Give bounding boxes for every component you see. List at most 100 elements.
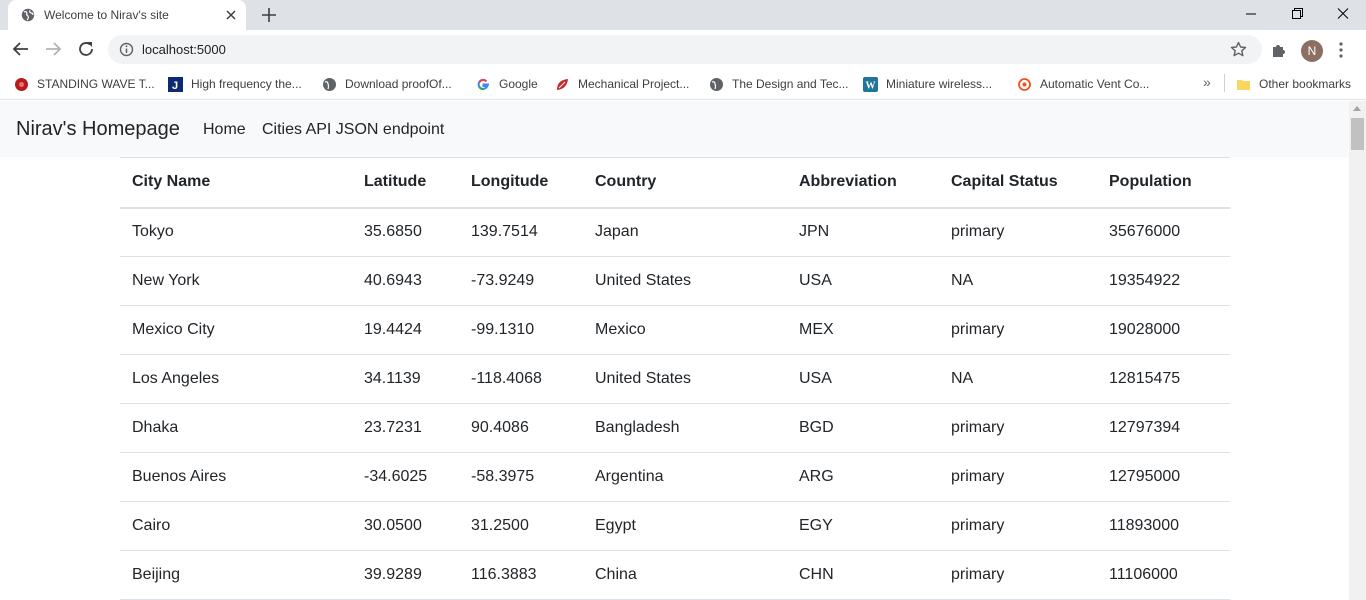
cell-city-name: Beijing: [120, 550, 352, 600]
browser-tab[interactable]: Welcome to Nirav's site: [8, 0, 246, 30]
bookmarks-bar: STANDING WAVE T... J High frequency the.…: [0, 68, 1366, 100]
cell-abbreviation: MEX: [787, 305, 939, 355]
column-header-capital-status: Capital Status: [939, 157, 1097, 209]
cell-latitude: -34.6025: [352, 452, 459, 502]
column-header-latitude: Latitude: [352, 157, 459, 209]
cell-abbreviation: USA: [787, 354, 939, 404]
folder-icon: [1237, 80, 1250, 90]
scrollbar-thumb[interactable]: [1351, 118, 1364, 150]
cell-abbreviation: EGY: [787, 501, 939, 551]
cell-country: Egypt: [583, 501, 787, 551]
extensions-puzzle-icon[interactable]: [1270, 41, 1288, 59]
cell-country: Mexico: [583, 305, 787, 355]
bookmarks-divider: [1224, 74, 1225, 92]
table-header-row: City Name Latitude Longitude Country Abb…: [120, 157, 1230, 209]
restore-button[interactable]: [1274, 0, 1320, 30]
bookmarks-overflow-chevron[interactable]: »: [1203, 74, 1211, 90]
close-window-button[interactable]: [1320, 0, 1366, 30]
svg-text:J: J: [172, 80, 178, 92]
column-header-longitude: Longitude: [459, 157, 583, 209]
svg-text:W: W: [866, 81, 876, 92]
site-navbar: Nirav's Homepage Home Cities API JSON en…: [0, 101, 1349, 157]
cell-longitude: 31.2500: [459, 501, 583, 551]
cell-population: 12795000: [1097, 452, 1230, 502]
cell-city-name: Tokyo: [120, 207, 352, 257]
page-viewport: Nirav's Homepage Home Cities API JSON en…: [0, 101, 1349, 600]
url-text[interactable]: localhost:5000: [142, 42, 226, 57]
table-row: Dhaka 23.7231 90.4086 Bangladesh BGD primary 1…: [120, 403, 1230, 453]
orange-swirl-icon: [1018, 78, 1031, 91]
cell-city-name: Los Angeles: [120, 354, 352, 404]
more-menu-icon[interactable]: [1336, 41, 1346, 59]
cell-population: 11106000: [1097, 550, 1230, 600]
forward-arrow-icon[interactable]: [44, 40, 62, 58]
nav-link-home[interactable]: Home: [203, 121, 246, 139]
cell-population: 19354922: [1097, 256, 1230, 306]
cell-abbreviation: BGD: [787, 403, 939, 453]
cell-longitude: 90.4086: [459, 403, 583, 453]
cell-longitude: -73.9249: [459, 256, 583, 306]
cell-latitude: 34.1139: [352, 354, 459, 404]
browser-toolbar: localhost:5000: [0, 30, 1366, 68]
wordpress-icon: W: [863, 77, 878, 92]
column-header-population: Population: [1097, 157, 1230, 209]
cell-longitude: 116.3883: [459, 550, 583, 600]
close-icon[interactable]: [224, 8, 238, 22]
cell-capital-status: primary: [939, 305, 1097, 355]
globe-icon: [21, 8, 35, 22]
cell-population: 35676000: [1097, 207, 1230, 257]
table-row: Los Angeles 34.1139 -118.4068 United States…: [120, 354, 1230, 404]
cell-longitude: -118.4068: [459, 354, 583, 404]
bookmark-star-icon[interactable]: [1230, 41, 1247, 58]
cell-capital-status: NA: [939, 256, 1097, 306]
table-row: Tokyo 35.6850 139.7514 Japan JPN primary 35676…: [120, 207, 1230, 257]
cell-population: 12815475: [1097, 354, 1230, 404]
reload-icon[interactable]: [77, 40, 95, 58]
red-leaf-icon: [557, 79, 568, 90]
cell-population: 11893000: [1097, 501, 1230, 551]
address-bar[interactable]: localhost:5000: [108, 35, 1262, 64]
column-header-city-name: City Name: [120, 157, 352, 209]
cell-capital-status: primary: [939, 452, 1097, 502]
navbar-brand[interactable]: Nirav's Homepage: [16, 118, 180, 141]
cell-capital-status: primary: [939, 501, 1097, 551]
globe-icon: [323, 78, 336, 91]
profile-avatar[interactable]: N: [1301, 40, 1323, 62]
minimize-button[interactable]: [1228, 0, 1274, 30]
info-icon[interactable]: [119, 42, 134, 57]
globe-icon: [710, 78, 723, 91]
table-row: New York 40.6943 -73.9249 United States USA N…: [120, 256, 1230, 306]
close-icon: [1337, 8, 1349, 19]
cell-city-name: Dhaka: [120, 403, 352, 453]
cell-country: United States: [583, 354, 787, 404]
new-tab-plus-icon[interactable]: [260, 6, 278, 24]
cell-latitude: 19.4424: [352, 305, 459, 355]
cell-longitude: -58.3975: [459, 452, 583, 502]
google-icon: [477, 78, 489, 91]
cell-capital-status: primary: [939, 207, 1097, 257]
cell-country: United States: [583, 256, 787, 306]
cell-city-name: Mexico City: [120, 305, 352, 355]
cell-population: 12797394: [1097, 403, 1230, 453]
column-header-country: Country: [583, 157, 787, 209]
cell-city-name: Buenos Aires: [120, 452, 352, 502]
cell-country: Bangladesh: [583, 403, 787, 453]
table-row: Cairo 30.0500 31.2500 Egypt EGY primary 118930…: [120, 501, 1230, 551]
cell-abbreviation: JPN: [787, 207, 939, 257]
cell-country: Japan: [583, 207, 787, 257]
cell-latitude: 23.7231: [352, 403, 459, 453]
back-arrow-icon[interactable]: [12, 40, 30, 58]
nav-link-cities-api[interactable]: Cities API JSON endpoint: [262, 121, 444, 139]
page-scrollbar[interactable]: [1349, 101, 1366, 600]
cell-latitude: 40.6943: [352, 256, 459, 306]
cell-capital-status: primary: [939, 550, 1097, 600]
cell-longitude: 139.7514: [459, 207, 583, 257]
restore-icon: [1292, 8, 1303, 19]
cell-city-name: Cairo: [120, 501, 352, 551]
scroll-up-arrow-icon[interactable]: [1353, 106, 1361, 111]
tab-title: Welcome to Nirav's site: [44, 8, 169, 22]
table-row: Mexico City 19.4424 -99.1310 Mexico MEX prima…: [120, 305, 1230, 355]
cell-city-name: New York: [120, 256, 352, 306]
table-row: Buenos Aires -34.6025 -58.3975 Argentina ARG…: [120, 452, 1230, 502]
table-row: Beijing 39.9289 116.3883 China CHN primary 111…: [120, 550, 1230, 600]
